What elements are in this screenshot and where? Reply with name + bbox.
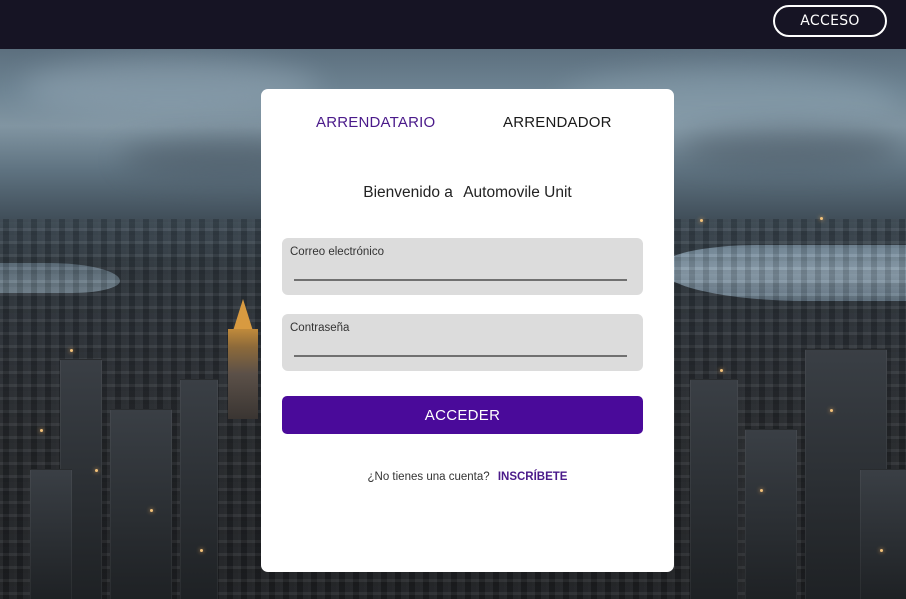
password-field[interactable]: Contraseña — [282, 314, 643, 371]
password-label: Contraseña — [290, 322, 350, 334]
tab-arrendador[interactable]: ARRENDADOR — [503, 114, 612, 131]
signup-row: ¿No tienes una cuenta? INSCRÍBETE — [261, 471, 674, 483]
password-input[interactable] — [294, 340, 627, 354]
email-label: Correo electrónico — [290, 246, 384, 258]
login-card: ARRENDATARIO ARRENDADOR Bienvenido a Aut… — [261, 89, 674, 572]
top-navbar: ACCESO — [0, 0, 906, 49]
app-name: Automovile Unit — [463, 184, 572, 201]
acceso-button[interactable]: ACCESO — [773, 5, 887, 37]
email-input[interactable] — [294, 264, 627, 278]
password-underline — [294, 355, 627, 357]
signup-link[interactable]: INSCRÍBETE — [498, 471, 568, 483]
welcome-prefix: Bienvenido a — [363, 184, 453, 201]
email-underline — [294, 279, 627, 281]
tab-arrendatario[interactable]: ARRENDATARIO — [316, 114, 435, 131]
signup-prompt: ¿No tienes una cuenta? — [367, 471, 490, 483]
acceder-button[interactable]: ACCEDER — [282, 396, 643, 434]
welcome-heading: Bienvenido a Automovile Unit — [261, 184, 674, 202]
email-field[interactable]: Correo electrónico — [282, 238, 643, 295]
